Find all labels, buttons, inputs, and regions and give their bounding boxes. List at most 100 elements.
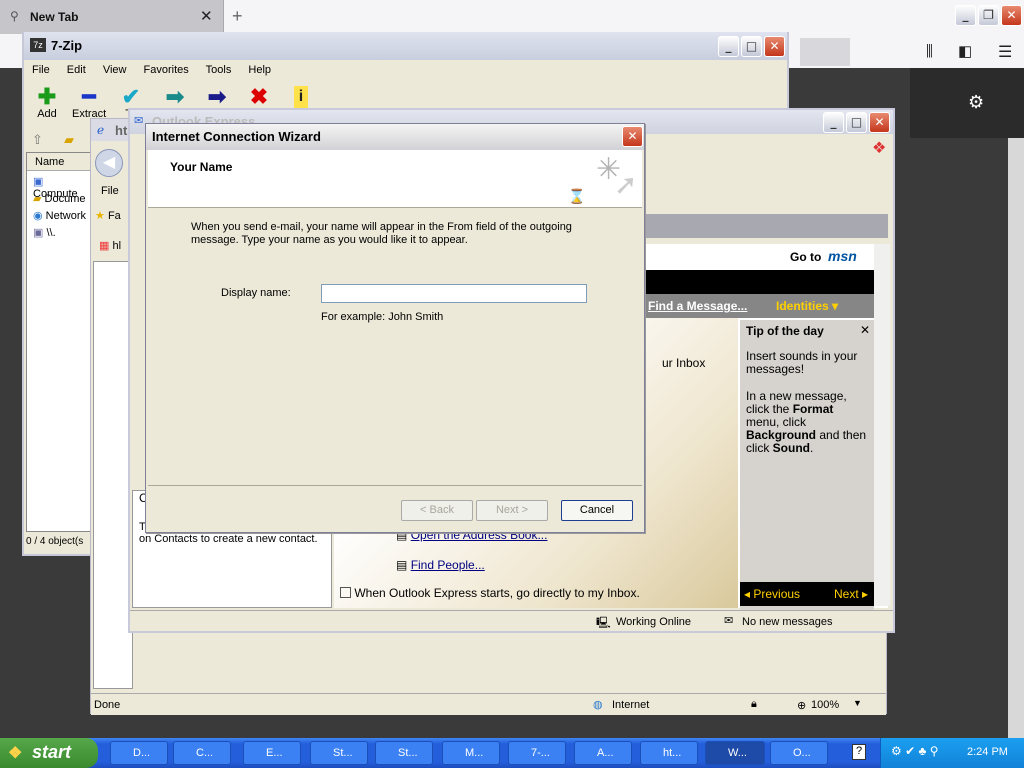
sevenzip-title: 7-Zip <box>51 38 83 53</box>
taskbar-item[interactable]: O... <box>770 741 828 765</box>
tip-of-the-day: Tip of the day ✕ Insert sounds in your m… <box>740 320 874 610</box>
menu-file[interactable]: File <box>32 64 50 76</box>
list-item[interactable]: ▣ \\. <box>33 226 56 239</box>
taskbar-item[interactable]: E... <box>243 741 301 765</box>
tip-title: Tip of the day <box>746 324 824 338</box>
identities-menu[interactable]: Identities ▾ <box>776 299 838 313</box>
wizard-close-icon[interactable]: ✕ <box>622 126 643 147</box>
up-folder-icon[interactable]: ⇧ <box>32 132 43 148</box>
ie-zoom[interactable]: 100% <box>811 699 839 711</box>
back-arrow-icon[interactable]: ◀ <box>95 149 123 177</box>
sevenzip-minimize-icon[interactable]: _ <box>718 36 739 57</box>
info-button[interactable]: i <box>284 86 318 108</box>
menu-help[interactable]: Help <box>248 64 271 76</box>
taskbar-item[interactable]: C... <box>173 741 231 765</box>
wizard-titlebar: Internet Connection Wizard ✕ <box>146 124 644 150</box>
ff-close-icon[interactable]: ✕ <box>1001 5 1022 26</box>
ie-tab-label: hl <box>112 240 122 252</box>
outlook-close-icon[interactable]: ✕ <box>869 112 890 133</box>
tip-close-icon[interactable]: ✕ <box>860 323 870 337</box>
tip-next[interactable]: Next ▸ <box>834 587 868 601</box>
sevenzip-close-icon[interactable]: ✕ <box>764 36 785 57</box>
cancel-button[interactable]: Cancel <box>561 500 633 521</box>
wizard-title: Internet Connection Wizard <box>152 129 321 144</box>
menu-favorites[interactable]: Favorites <box>144 64 189 76</box>
outlook-scrollbar[interactable] <box>874 244 890 606</box>
taskbar-item[interactable]: A... <box>574 741 632 765</box>
sevenzip-file-list: Name ▣ Compute ▰ Docume ◉ Network ▣ \\. <box>26 152 92 532</box>
ie-menu-file[interactable]: File <box>101 185 119 197</box>
status-online: Working Online <box>616 616 691 628</box>
ff-page-edge <box>1008 138 1024 738</box>
favorites-button[interactable]: ★ Fa <box>95 209 121 222</box>
find-message-link[interactable]: Find a Message... <box>648 299 747 313</box>
add-button[interactable]: ✚ Add <box>30 86 64 121</box>
tray-icons[interactable]: ⚙ ✔ ♣ ⚲ <box>891 744 938 758</box>
taskbar-item[interactable]: D... <box>110 741 168 765</box>
lock-icon[interactable]: 🔒︎ <box>751 698 757 711</box>
windows-flag-icon: ▦ <box>99 240 110 252</box>
wizard-header: Your Name ✳ ➚ ⌛ <box>148 150 642 208</box>
startup-checkbox[interactable] <box>340 587 351 598</box>
outlook-statusbar: 🖳︎ Working Online ✉ No new messages <box>130 610 893 632</box>
inbox-fragment[interactable]: ur Inbox <box>662 356 705 370</box>
firefox-tab-icon: ⚲ <box>10 9 19 23</box>
sevenzip-app-icon: 7z <box>30 38 46 52</box>
tab-close-icon[interactable]: ✕ <box>200 7 213 25</box>
tab-new-tab[interactable]: ⚲ New Tab ✕ <box>0 0 224 34</box>
display-name-field[interactable] <box>321 284 587 303</box>
delete-button[interactable]: ✖ <box>242 86 276 108</box>
library-icon[interactable]: ⫼ <box>926 43 933 60</box>
move-button[interactable]: ➡ <box>200 86 234 108</box>
taskbar-item[interactable]: St... <box>310 741 368 765</box>
messages-icon: ✉ <box>724 615 734 627</box>
menu-edit[interactable]: Edit <box>67 64 86 76</box>
tip-prev-label: Previous <box>753 587 801 601</box>
sevenzip-maximize-icon[interactable]: □ <box>741 36 762 57</box>
msn-logo[interactable]: msn <box>828 248 857 264</box>
startup-checkbox-row[interactable]: When Outlook Express starts, go directly… <box>340 586 640 600</box>
windows-start-icon: ❖ <box>8 745 23 762</box>
ff-urlbar-end[interactable] <box>800 38 850 66</box>
list-item[interactable]: ▰ Docume <box>33 192 86 205</box>
ff-restore-icon[interactable]: ❐ <box>978 5 999 26</box>
new-tab-icon[interactable]: + <box>232 6 243 27</box>
outlook-maximize-icon[interactable]: □ <box>846 112 867 133</box>
taskbar-item[interactable]: W... <box>705 741 765 765</box>
find-people-link[interactable]: ▤ Find People... <box>396 558 485 572</box>
taskbar-item[interactable]: M... <box>442 741 500 765</box>
tip-text: menu, click <box>746 415 807 429</box>
ff-minimize-icon[interactable]: _ <box>955 5 976 26</box>
zoom-icon: ⊕ <box>797 700 807 712</box>
gear-icon[interactable]: ⚙ <box>968 92 984 113</box>
start-label: start <box>32 742 72 762</box>
sidebar-icon[interactable]: ◧ <box>958 42 972 60</box>
help-icon[interactable]: ? <box>852 744 866 760</box>
tip-bold: Format <box>792 402 834 416</box>
outlook-minimize-icon[interactable]: _ <box>823 112 844 133</box>
ie-page-area <box>93 261 133 689</box>
menu-view[interactable]: View <box>103 64 127 76</box>
start-button[interactable]: ❖ start <box>0 738 98 768</box>
back-button[interactable]: < Back <box>401 500 473 521</box>
find-people-icon: ▤ <box>396 558 408 572</box>
ie-tab[interactable]: ▦ hl <box>99 239 129 259</box>
zoom-dropdown-icon[interactable]: ▼ <box>853 698 862 708</box>
folder-icon[interactable]: ▰ <box>64 132 74 148</box>
copy-button[interactable]: ➡ <box>158 86 192 108</box>
col-header-name[interactable]: Name <box>27 153 91 171</box>
list-item[interactable]: ◉ Network <box>33 209 86 222</box>
menu-icon[interactable]: ☰ <box>998 42 1012 62</box>
delete-x-icon: ✖ <box>249 84 269 109</box>
display-name-label: Display name: <box>221 287 291 299</box>
wizard-heading: Your Name <box>170 160 233 174</box>
next-button[interactable]: Next > <box>476 500 548 521</box>
taskbar-item[interactable]: ht... <box>640 741 698 765</box>
tip-previous[interactable]: ◂ Previous <box>744 587 800 601</box>
menu-tools[interactable]: Tools <box>206 64 232 76</box>
taskbar-item[interactable]: St... <box>375 741 433 765</box>
go-to-label[interactable]: Go to <box>790 250 821 264</box>
extract-button[interactable]: ━ Extract <box>72 86 106 121</box>
taskbar-item[interactable]: 7-... <box>508 741 566 765</box>
info-icon: i <box>294 86 308 108</box>
